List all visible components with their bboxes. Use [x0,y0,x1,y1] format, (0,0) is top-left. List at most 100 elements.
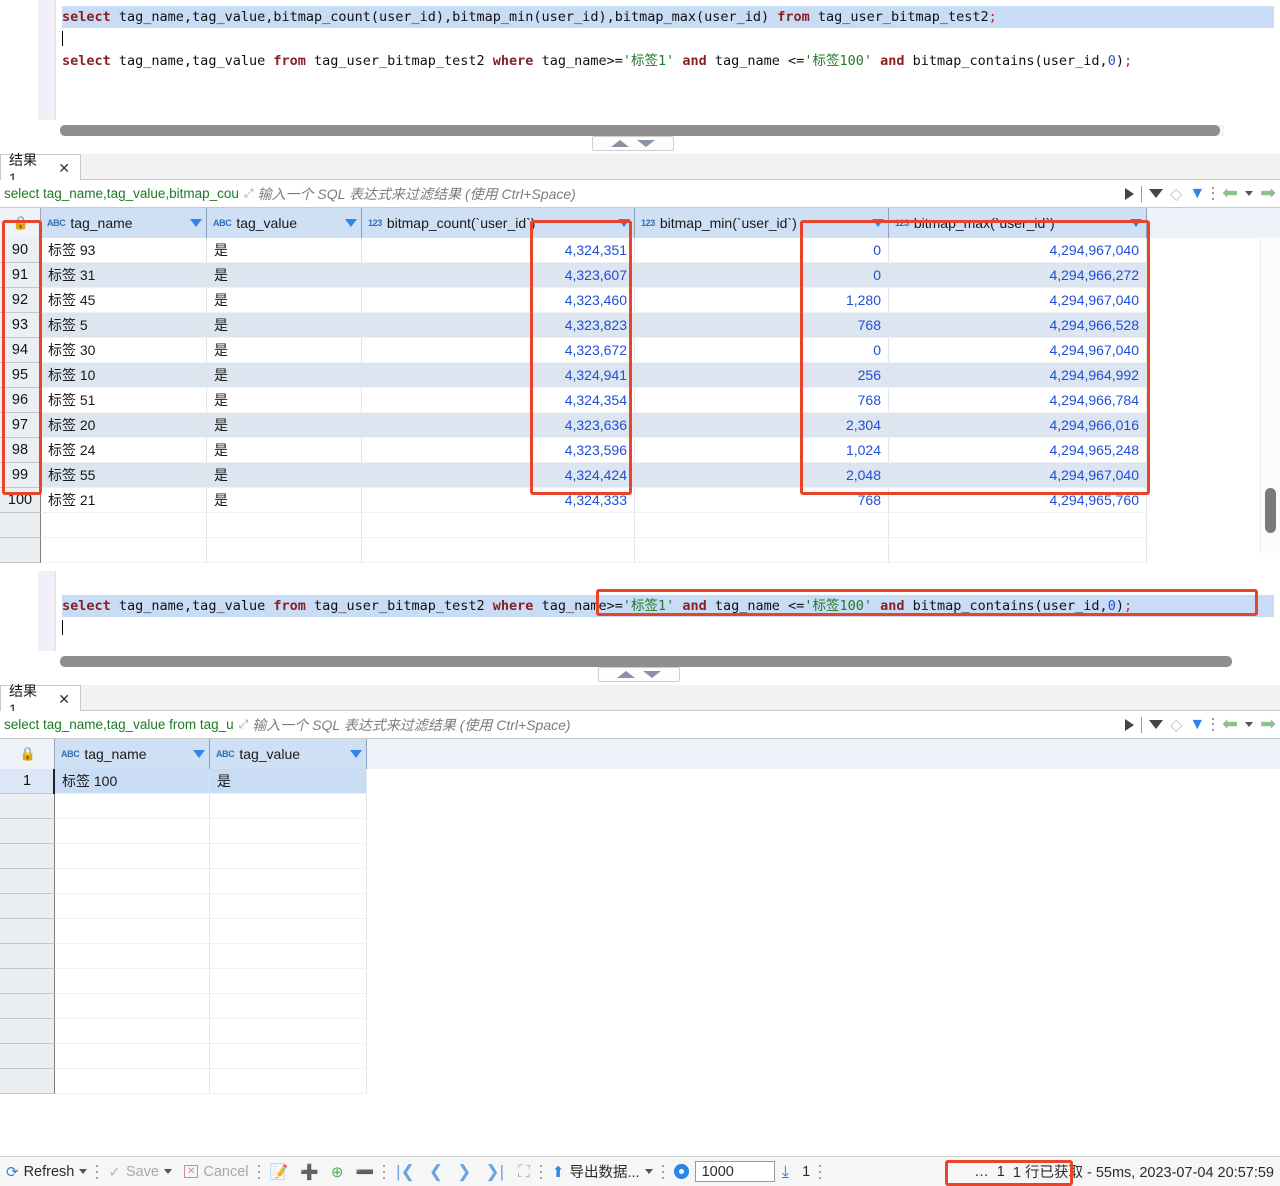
cell-min[interactable]: 2,048 [635,463,889,488]
cell-tag_value[interactable]: 是 [207,313,362,338]
empty-row[interactable] [0,994,1280,1019]
empty-cell[interactable] [55,1069,210,1094]
empty-row[interactable] [0,944,1280,969]
empty-cell[interactable] [207,538,362,563]
empty-row[interactable] [0,1069,1280,1094]
empty-row[interactable] [0,794,1280,819]
empty-cell[interactable] [55,869,210,894]
cell-tag_value[interactable]: 是 [207,363,362,388]
row-number[interactable]: 95 [0,363,41,388]
cell-max[interactable]: 4,294,966,784 [889,388,1147,413]
table-row[interactable]: 98 标签 24 是 4,323,596 1,024 4,294,965,248 [0,438,1280,463]
table-row[interactable]: 100 标签 21 是 4,324,333 768 4,294,965,760 [0,488,1280,513]
next-page-button[interactable]: ❯ [450,1163,478,1180]
table-row[interactable]: 96 标签 51 是 4,324,354 768 4,294,966,784 [0,388,1280,413]
fetch-all-button[interactable]: ⛶ [511,1163,537,1180]
empty-cell[interactable] [207,513,362,538]
row-number[interactable]: 96 [0,388,41,413]
close-icon[interactable]: ✕ [58,161,70,175]
cell-max[interactable]: 4,294,964,992 [889,363,1147,388]
cell-min[interactable]: 768 [635,388,889,413]
empty-cell[interactable] [55,844,210,869]
history-back-icon[interactable]: ⬅ [1222,184,1238,203]
result-filter-bar-2[interactable]: select tag_name,tag_value from tag_u ⤢ 输… [0,711,1280,739]
result-grid-2[interactable]: 🔒 ABC tag_name ABC tag_value 1 标签 100 是 [0,739,1280,1097]
close-icon[interactable]: ✕ [58,692,70,706]
cell-min[interactable]: 0 [635,238,889,263]
history-forward-icon[interactable]: ➡ [1260,184,1276,203]
empty-cell[interactable] [55,969,210,994]
cell-min[interactable]: 0 [635,263,889,288]
column-filter-dropdown-icon[interactable] [872,219,884,227]
empty-row[interactable] [0,1044,1280,1069]
cell-max[interactable]: 4,294,967,040 [889,338,1147,363]
filter-placeholder-2[interactable]: 输入一个 SQL 表达式来过滤结果 (使用 Ctrl+Space) [252,715,570,735]
sql-line[interactable] [62,28,1274,50]
fetch-next-segment-button[interactable]: ⤓ [775,1163,797,1180]
empty-cell[interactable] [55,794,210,819]
row-number[interactable] [0,894,55,919]
row-number[interactable] [0,1069,55,1094]
result-tab-2[interactable]: 结果 1 ✕ [0,683,81,717]
empty-cell[interactable] [889,538,1147,563]
empty-cell[interactable] [41,513,207,538]
column-header-tag_value[interactable]: ABC tag_value [207,208,362,238]
cell-tag_value[interactable]: 是 [210,769,367,794]
history-back-icon[interactable]: ⬅ [1222,715,1238,734]
row-number[interactable]: 94 [0,338,41,363]
row-number[interactable]: 91 [0,263,41,288]
row-number[interactable] [0,969,55,994]
row-number[interactable] [0,944,55,969]
cell-max[interactable]: 4,294,967,040 [889,463,1147,488]
cell-tag_value[interactable]: 是 [207,288,362,313]
cancel-button[interactable]: ✕ Cancel [178,1164,255,1180]
row-number[interactable] [0,794,55,819]
cell-count[interactable]: 4,324,354 [362,388,635,413]
cell-tag_name[interactable]: 标签 21 [41,488,207,513]
cell-min[interactable]: 256 [635,363,889,388]
table-row[interactable]: 1 标签 100 是 [0,767,1280,796]
row-number[interactable]: 100 [0,488,41,513]
edit-row-button[interactable]: 📝 [264,1163,295,1181]
table-row[interactable]: 91 标签 31 是 4,323,607 0 4,294,966,272 [0,263,1280,288]
cell-max[interactable]: 4,294,965,248 [889,438,1147,463]
expand-icon[interactable]: ⤢ [234,717,253,732]
filter-history-dropdown-icon[interactable] [1149,189,1163,198]
sql-line[interactable]: select tag_name,tag_value from tag_user_… [62,595,1274,617]
row-number[interactable]: 99 [0,463,41,488]
empty-row[interactable] [0,819,1280,844]
empty-row[interactable] [0,538,1280,563]
empty-cell[interactable] [635,513,889,538]
cell-count[interactable]: 4,324,424 [362,463,635,488]
empty-cell[interactable] [55,1019,210,1044]
export-data-button[interactable]: ⬆ 导出数据... [546,1161,659,1182]
cell-tag_value[interactable]: 是 [207,413,362,438]
sql-editor-bottom[interactable]: select tag_name,tag_value from tag_user_… [0,571,1280,651]
empty-cell[interactable] [210,969,367,994]
row-number[interactable] [0,538,41,563]
column-filter-dropdown-icon[interactable] [350,750,362,758]
vscroll-thumb-1[interactable] [1265,488,1276,533]
row-number[interactable] [0,1019,55,1044]
cell-min[interactable]: 1,024 [635,438,889,463]
column-filter-dropdown-icon[interactable] [345,219,357,227]
delete-row-button[interactable]: ➖ [349,1163,380,1181]
empty-cell[interactable] [635,538,889,563]
cell-tag_value[interactable]: 是 [207,263,362,288]
empty-cell[interactable] [55,994,210,1019]
save-button[interactable]: ✓ Save [102,1163,178,1181]
chevron-down-icon[interactable] [79,1169,88,1174]
clear-filter-icon[interactable]: ◇ [1170,184,1182,204]
cell-max[interactable]: 4,294,967,040 [889,238,1147,263]
row-number[interactable] [0,819,55,844]
cell-max[interactable]: 4,294,967,040 [889,288,1147,313]
table-row[interactable]: 97 标签 20 是 4,323,636 2,304 4,294,966,016 [0,413,1280,438]
row-number[interactable]: 90 [0,238,41,263]
cell-tag_name[interactable]: 标签 5 [41,313,207,338]
cell-count[interactable]: 4,323,596 [362,438,635,463]
collapse-up-icon[interactable] [611,140,629,147]
prev-page-button[interactable]: ❮ [422,1163,450,1180]
cell-max[interactable]: 4,294,965,760 [889,488,1147,513]
empty-row[interactable] [0,919,1280,944]
column-filter-dropdown-icon[interactable] [1130,219,1142,227]
